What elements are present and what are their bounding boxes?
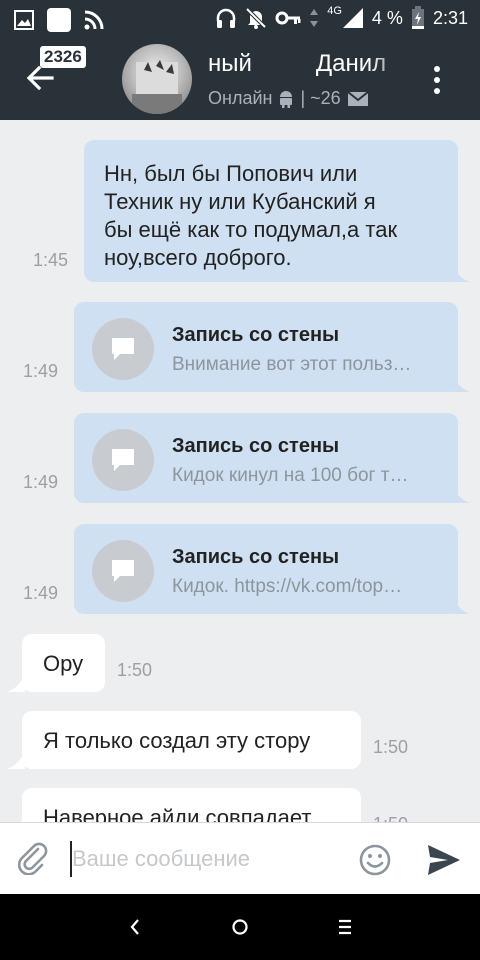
message-bubble-outgoing[interactable]: Нн, был бы Попович или Техник ну или Куб…	[84, 140, 458, 282]
title-fade	[370, 46, 410, 82]
emoji-button[interactable]	[358, 843, 392, 877]
message-time: 1:50	[373, 814, 408, 822]
wall-post-title: Запись со стены	[172, 546, 340, 568]
bubble-tail	[452, 374, 470, 392]
chat-title[interactable]: ный Данил	[208, 50, 386, 78]
message-composer	[0, 822, 480, 894]
emoji-icon	[359, 844, 391, 876]
comment-icon	[112, 338, 134, 360]
wall-post-preview: Кидок кинул на 100 бог т…	[172, 465, 409, 486]
message-text-line: ноу,всего доброго.	[104, 245, 292, 270]
wall-post-bubble[interactable]: Запись со стены Внимание вот этот польз…	[74, 302, 458, 392]
online-status: Онлайн	[208, 88, 273, 108]
comment-icon	[112, 449, 134, 471]
clock: 2:31	[432, 7, 468, 28]
comment-icon	[112, 560, 134, 582]
wall-post-icon	[92, 318, 154, 380]
message-list[interactable]: Нн, был бы Попович или Техник ну или Куб…	[0, 120, 480, 822]
message-time: 1:49	[23, 361, 59, 381]
message-text-line: Техник ну или Кубанский я	[104, 189, 376, 214]
bubble-tail	[452, 485, 470, 503]
send-button[interactable]	[426, 843, 462, 877]
chat-header: 2326 ный Данил Онлайн | ~26	[0, 36, 480, 120]
message-time: 1:50	[117, 660, 153, 680]
nav-recents-button[interactable]	[330, 914, 360, 940]
nav-back-icon	[130, 919, 139, 935]
system-nav-bar	[0, 894, 480, 960]
send-icon	[428, 845, 460, 875]
nav-menu-icon	[339, 919, 351, 935]
chat-subtitle: Онлайн | ~26	[208, 88, 369, 109]
status-bar: 4G 4 % 2:31	[0, 0, 480, 36]
wall-post-bubble[interactable]: Запись со стены Кидок кинул на 100 бог т…	[74, 413, 458, 503]
message-time: 1:45	[33, 250, 69, 270]
more-vert-dot	[434, 88, 440, 94]
unread-badge: 2326	[40, 46, 86, 68]
attach-icon	[17, 842, 48, 876]
message-text-line: бы ещё как то подумал,а так	[104, 217, 398, 242]
wall-post-bubble[interactable]: Запись со стены Кидок. https://vk.com/to…	[74, 524, 458, 614]
more-vert-dot	[434, 77, 440, 83]
status-left-icons	[14, 7, 104, 33]
headphones-icon	[216, 8, 236, 28]
android-icon	[280, 90, 293, 108]
wall-post-title: Запись со стены	[172, 435, 340, 457]
signal-icon	[342, 8, 363, 28]
data-arrows-icon	[310, 9, 319, 27]
battery-icon	[411, 6, 424, 29]
message-time: 1:50	[373, 737, 409, 757]
bubble-tail	[7, 674, 25, 692]
wall-post-title: Запись со стены	[172, 324, 340, 346]
message-bubble-incoming[interactable]: Ору	[22, 634, 105, 692]
message-text: Я только создал эту стору	[43, 728, 311, 753]
avatar[interactable]	[122, 44, 192, 114]
message-bubble-incoming[interactable]: Наверное айди совпадает	[22, 788, 361, 822]
image-icon	[14, 10, 34, 30]
wall-post-icon	[92, 540, 154, 602]
square-icon	[47, 8, 71, 32]
message-time: 1:49	[23, 583, 59, 603]
attach-button[interactable]	[16, 841, 50, 876]
wall-post-preview: Кидок. https://vk.com/top…	[172, 576, 403, 597]
battery-percent: 4 %	[371, 7, 403, 28]
nav-home-icon	[232, 919, 248, 935]
nav-back-button[interactable]	[120, 914, 150, 940]
message-bubble-incoming[interactable]: Я только создал эту стору	[22, 711, 361, 769]
status-right-icons: 4G 4 % 2:31	[215, 5, 468, 30]
message-text: Ору	[43, 651, 84, 676]
wall-post-preview: Внимание вот этот польз…	[172, 354, 412, 375]
wall-post-icon	[92, 429, 154, 491]
mail-icon	[347, 90, 369, 106]
rss-icon	[84, 10, 104, 30]
message-text-line: Нн, был бы Попович или	[104, 161, 358, 186]
message-input[interactable]	[72, 841, 342, 877]
status-extra: | ~26	[300, 88, 341, 108]
bubble-tail	[452, 596, 470, 614]
network-label: 4G	[327, 5, 342, 17]
bubble-tail	[452, 264, 470, 282]
avatar-image	[132, 60, 182, 114]
message-time: 1:49	[23, 472, 59, 492]
more-vert-icon	[434, 66, 440, 72]
more-menu-button[interactable]	[424, 62, 450, 98]
chat-title-part1: ный	[208, 50, 252, 77]
nav-home-button[interactable]	[225, 914, 255, 940]
bubble-tail	[7, 751, 25, 769]
message-text: Наверное айди совпадает	[43, 805, 312, 822]
key-icon	[275, 11, 301, 25]
bell-off-icon	[245, 7, 267, 29]
